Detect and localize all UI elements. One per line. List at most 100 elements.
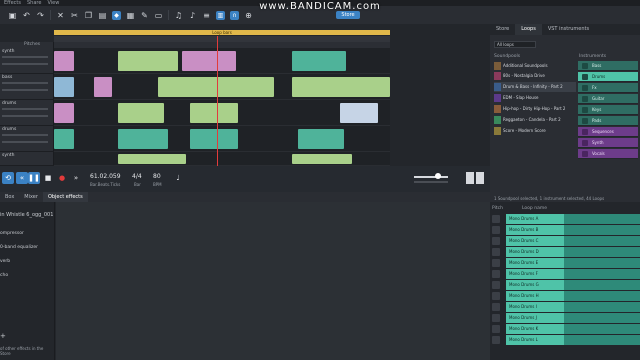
audio-clip[interactable]	[54, 77, 74, 97]
soundpool-item[interactable]: 80s - Nostalgia Drive	[494, 71, 576, 81]
loop-row[interactable]: Mono Drums H	[490, 291, 640, 301]
clip-icon[interactable]: ▭	[154, 11, 163, 20]
equalizer-icon[interactable]: ≡	[202, 11, 211, 20]
audio-clip[interactable]	[54, 51, 74, 71]
instrument-synth[interactable]: Synth	[578, 138, 638, 148]
store-button[interactable]: Store	[336, 11, 360, 19]
track-header[interactable]: synth	[0, 48, 54, 74]
loop-row[interactable]: Mono Drums I	[490, 302, 640, 312]
record-button[interactable]: ●	[56, 172, 68, 184]
loop-row[interactable]: Mono Drums B	[490, 225, 640, 235]
tab-object-effects[interactable]: Object effects	[42, 192, 88, 202]
play-preview-icon[interactable]	[492, 237, 500, 245]
magnet-icon[interactable]: ∩	[230, 10, 239, 20]
pan-slider[interactable]	[2, 141, 48, 143]
audio-clip[interactable]	[190, 129, 238, 149]
loop-icon[interactable]: ⟲	[2, 172, 14, 184]
tab-vst-instruments[interactable]: VST instruments	[542, 24, 595, 35]
play-preview-icon[interactable]	[492, 314, 500, 322]
track-header[interactable]: bass	[0, 74, 54, 100]
instrument-sequences[interactable]: Sequences	[578, 127, 638, 137]
effect-item[interactable]: 0-band equalizer	[0, 245, 38, 250]
redo-icon[interactable]: ↷	[36, 11, 45, 20]
loop-row[interactable]: Mono Drums K	[490, 324, 640, 334]
track-lane[interactable]	[54, 152, 390, 166]
save-icon[interactable]: ▣	[8, 11, 17, 20]
soundpool-item[interactable]: Reggaeton - Candela - Part 2	[494, 115, 576, 125]
instrument-keys[interactable]: Keys	[578, 105, 638, 115]
soundpool-item[interactable]: Additional Soundpools	[494, 61, 576, 71]
pan-slider[interactable]	[2, 63, 48, 65]
effect-item[interactable]: verb	[0, 259, 10, 264]
play-preview-icon[interactable]	[492, 292, 500, 300]
tab-box[interactable]: Box	[0, 192, 19, 202]
loops-filter-select[interactable]: All loops	[494, 41, 536, 48]
play-preview-icon[interactable]	[492, 215, 500, 223]
master-volume-slider[interactable]	[414, 176, 448, 178]
delete-icon[interactable]: ✕	[56, 11, 65, 20]
audio-clip[interactable]	[54, 129, 74, 149]
copy-icon[interactable]: ❐	[84, 11, 93, 20]
smart-tool-icon[interactable]: ◆	[112, 10, 121, 20]
play-preview-icon[interactable]	[492, 303, 500, 311]
volume-slider[interactable]	[2, 134, 48, 136]
soundpool-item[interactable]: Drum & Bass - Infinity - Part 2	[494, 82, 576, 92]
loop-row[interactable]: Mono Drums E	[490, 258, 640, 268]
audio-clip[interactable]	[118, 129, 168, 149]
audio-clip[interactable]	[118, 51, 178, 71]
loop-row[interactable]: Mono Drums L	[490, 335, 640, 345]
soundpool-item[interactable]: Hip-hop - Dirty Hip-Hop - Part 2	[494, 104, 576, 114]
arrangement-area[interactable]	[54, 48, 390, 166]
tab-mixer[interactable]: Mixer	[19, 192, 43, 202]
track-header[interactable]: drums	[0, 126, 54, 152]
play-preview-icon[interactable]	[492, 259, 500, 267]
audio-clip[interactable]	[292, 77, 390, 97]
audio-clip[interactable]	[292, 51, 346, 71]
metronome-icon[interactable]: ♩	[172, 172, 184, 184]
snap-icon[interactable]: ▥	[216, 10, 225, 20]
tempo-display[interactable]: 80	[153, 173, 161, 180]
track-header[interactable]: drums	[0, 100, 54, 126]
loop-row[interactable]: Mono Drums G	[490, 280, 640, 290]
audio-clip[interactable]	[292, 154, 352, 164]
volume-knob[interactable]	[435, 173, 441, 179]
audio-clip[interactable]	[182, 51, 236, 71]
volume-slider[interactable]	[2, 108, 48, 110]
instrument-fx[interactable]: Fx	[578, 83, 638, 93]
tab-store[interactable]: Store	[490, 24, 515, 35]
audio-clip[interactable]	[158, 77, 274, 97]
audio-clip[interactable]	[118, 154, 186, 164]
play-preview-icon[interactable]	[492, 281, 500, 289]
track-header[interactable]: synth	[0, 152, 54, 166]
play-preview-icon[interactable]	[492, 325, 500, 333]
grid-icon[interactable]: ▦	[126, 11, 135, 20]
pencil-icon[interactable]: ✎	[140, 11, 149, 20]
pan-slider[interactable]	[414, 181, 448, 183]
pan-slider[interactable]	[2, 115, 48, 117]
instrument-drums[interactable]: Drums	[578, 72, 638, 82]
volume-slider[interactable]	[2, 56, 48, 58]
audio-clip[interactable]	[190, 103, 238, 123]
track-lane[interactable]	[54, 100, 390, 126]
store-effects-link[interactable]: of other effects in the Store	[0, 346, 54, 356]
pause-button[interactable]: ❚❚	[28, 172, 40, 184]
loop-row[interactable]: Mono Drums A	[490, 214, 640, 224]
tab-loops[interactable]: Loops	[515, 24, 542, 35]
audio-clip[interactable]	[54, 103, 74, 123]
instrument-bass[interactable]: Bass	[578, 61, 638, 71]
play-preview-icon[interactable]	[492, 226, 500, 234]
track-lane[interactable]	[54, 126, 390, 152]
add-effect-icon[interactable]: +	[0, 332, 6, 340]
paste-icon[interactable]: ▤	[98, 11, 107, 20]
loop-range-bar[interactable]: Loop bars	[54, 30, 390, 35]
effect-item[interactable]: cho	[0, 273, 8, 278]
track-lane[interactable]	[54, 48, 390, 74]
music-note-icon[interactable]: ♪	[188, 11, 197, 20]
rewind-icon[interactable]: «	[16, 172, 28, 184]
audio-clip[interactable]	[94, 77, 112, 97]
undo-icon[interactable]: ↶	[22, 11, 31, 20]
loop-row[interactable]: Mono Drums F	[490, 269, 640, 279]
audio-clip[interactable]	[118, 103, 164, 123]
soundpool-item[interactable]: Score - Modern Score	[494, 126, 576, 136]
instrument-guitar[interactable]: Guitar	[578, 94, 638, 104]
